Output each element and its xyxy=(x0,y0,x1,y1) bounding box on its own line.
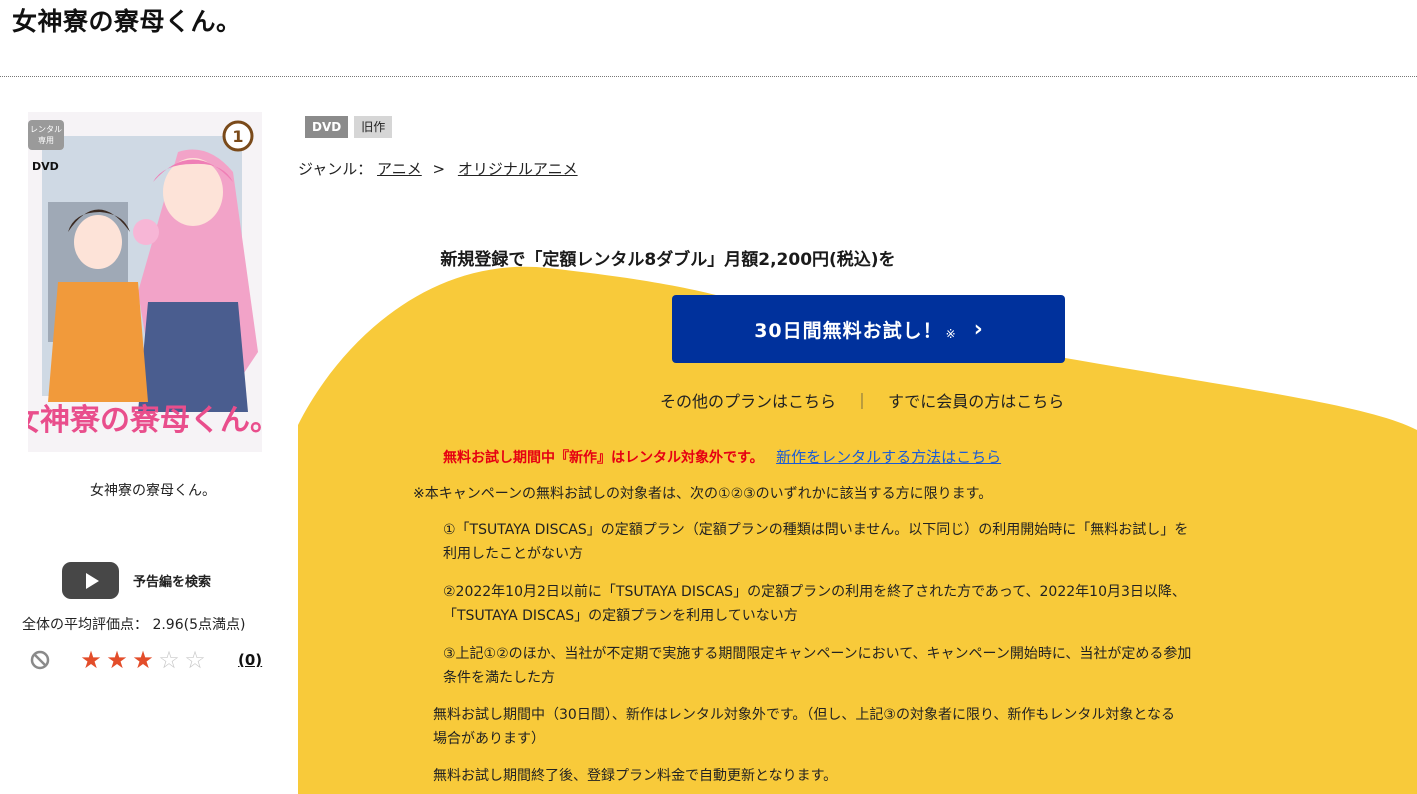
genre-link-original-anime[interactable]: オリジナルアニメ xyxy=(458,160,578,178)
promo-headline: 新規登録で「定額レンタル8ダブル」月額2,200円(税込)を xyxy=(440,250,896,270)
svg-text:専用: 専用 xyxy=(38,135,54,145)
star-filled-icon: ★ xyxy=(106,646,128,674)
genre-separator: > xyxy=(432,160,446,178)
tag-dvd: DVD xyxy=(305,116,349,138)
svg-text:女神寮の寮母くん。: 女神寮の寮母くん。 xyxy=(28,403,262,438)
note-1-line2: 場合があります） xyxy=(433,731,545,747)
average-rating: 全体の平均評価点： 2.96(5点満点) xyxy=(22,617,246,633)
cover-caption: 女神寮の寮母くん。 xyxy=(90,483,216,499)
svg-text:レンタル: レンタル xyxy=(30,125,62,134)
star-filled-icon: ★ xyxy=(132,646,154,674)
note-2: 無料お試し期間終了後、登録プラン料金で自動更新となります。 xyxy=(433,768,838,784)
svg-text:1: 1 xyxy=(232,127,243,146)
tag-old-release: 旧作 xyxy=(354,116,393,138)
free-trial-label: 30日間無料お試し！ xyxy=(754,319,943,342)
star-filled-icon: ★ xyxy=(80,646,102,674)
condition-1-line1: ①「TSUTAYA DISCAS」の定額プラン（定額プランの種類は問いません。以… xyxy=(443,522,1189,538)
plan-links: その他のプランはこちら ｜ すでに会員の方はこちら xyxy=(660,388,1064,412)
link-divider: ｜ xyxy=(854,392,871,411)
new-release-notice: 無料お試し期間中『新作』はレンタル対象外です。 新作をレンタルする方法はこちら xyxy=(443,446,1001,467)
genre-label: ジャンル： xyxy=(298,160,373,178)
dvd-cover-image[interactable]: レンタル 専用 DVD 1 女神寮の寮母くん。 xyxy=(28,112,262,452)
genre-breadcrumb: ジャンル： アニメ > オリジナルアニメ xyxy=(298,158,578,179)
title-divider xyxy=(0,76,1417,77)
condition-3-line2: 条件を満たした方 xyxy=(443,670,555,686)
eligibility-intro: ※本キャンペーンの無料お試しの対象者は、次の①②③のいずれかに該当する方に限りま… xyxy=(413,486,993,502)
genre-link-anime[interactable]: アニメ xyxy=(377,160,422,178)
member-login-link[interactable]: すでに会員の方はこちら xyxy=(888,388,1064,412)
star-empty-icon: ☆ xyxy=(184,646,206,674)
play-icon xyxy=(85,572,99,589)
chevron-right-icon: › xyxy=(973,316,983,342)
note-1-line1: 無料お試し期間中（30日間）、新作はレンタル対象外です。（但し、上記③の対象者に… xyxy=(433,707,1175,723)
trailer-search-label[interactable]: 予告編を検索 xyxy=(133,571,211,590)
format-tags: DVD 旧作 xyxy=(305,116,393,138)
star-empty-icon: ☆ xyxy=(158,646,180,674)
page-title: 女神寮の寮母くん。 xyxy=(12,7,242,36)
trial-warning: 無料お試し期間中『新作』はレンタル対象外です。 xyxy=(443,450,764,466)
condition-2-line1: ②2022年10月2日以前に「TSUTAYA DISCAS」の定額プランの利用を… xyxy=(443,584,1186,600)
no-entry-icon[interactable] xyxy=(30,650,50,670)
trailer-search[interactable]: 予告編を検索 xyxy=(62,562,211,599)
star-rating: ★ ★ ★ ☆ ☆ xyxy=(78,648,208,672)
condition-1-line2: 利用したことがない方 xyxy=(443,546,583,562)
how-to-rent-new-link[interactable]: 新作をレンタルする方法はこちら xyxy=(776,448,1001,466)
condition-2-line2: 「TSUTAYA DISCAS」の定額プランを利用していない方 xyxy=(443,608,798,624)
svg-text:DVD: DVD xyxy=(32,160,59,173)
review-row: ★ ★ ★ ☆ ☆ (0) xyxy=(30,648,262,672)
free-trial-note-mark: ※ xyxy=(945,327,956,341)
condition-3-line1: ③上記①②のほか、当社が不定期で実施する期間限定キャンペーンにおいて、キャンペー… xyxy=(443,646,1192,662)
free-trial-button[interactable]: 30日間無料お試し！ ※ › xyxy=(672,295,1065,363)
play-button[interactable] xyxy=(62,562,119,599)
review-count-link[interactable]: (0) xyxy=(238,651,262,669)
other-plans-link[interactable]: その他のプランはこちら xyxy=(660,388,836,412)
